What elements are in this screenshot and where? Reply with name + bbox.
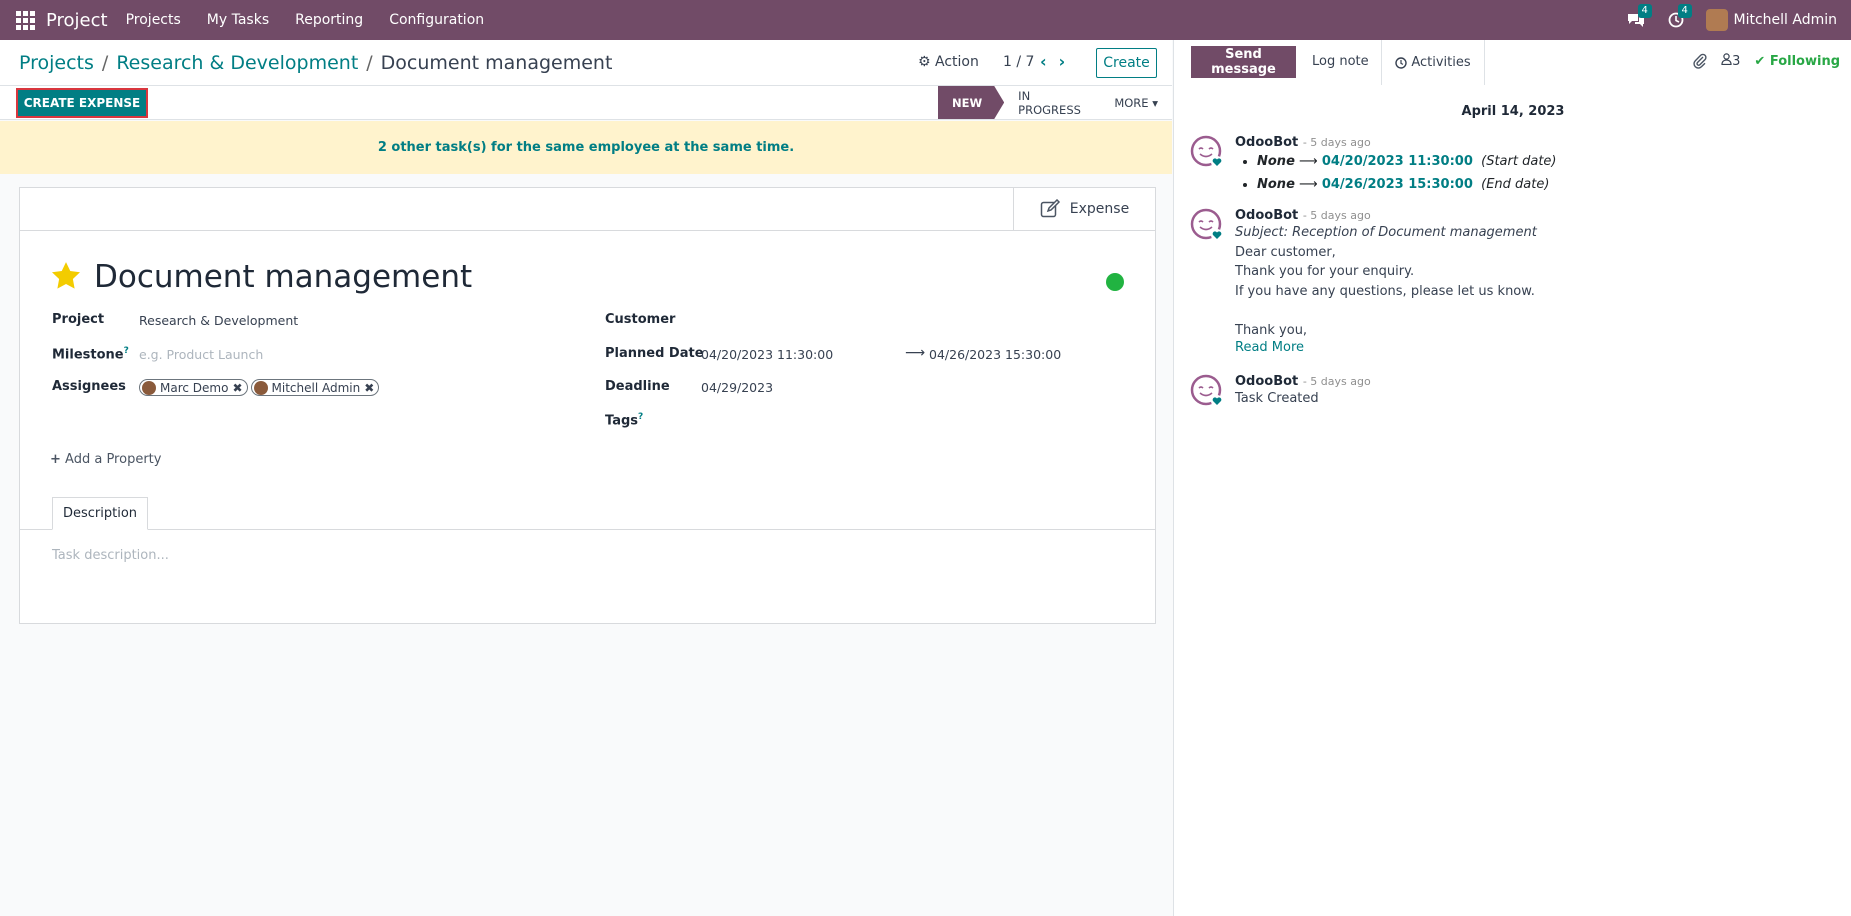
app-name[interactable]: Project [46,10,108,31]
avatar [253,380,268,395]
milestone-field[interactable]: e.g. Product Launch [139,347,263,362]
action-menu-button[interactable]: ⚙ Action [918,54,979,70]
messaging-button[interactable]: 4 [1626,4,1652,30]
stage-in-progress[interactable]: In Progress [1004,86,1100,119]
check-icon: ✔ [1754,53,1766,69]
expense-smart-button[interactable]: Expense [1013,188,1155,230]
form-sheet: Document management Project Research & D… [19,231,1156,624]
project-field[interactable]: Research & Development [139,313,298,328]
message-line: Thank you for your enquiry. [1235,264,1415,279]
chatter-panel: Send message Log note Activities 3 ✔ Fol… [1173,40,1851,916]
breadcrumb-projects[interactable]: Projects [19,52,94,74]
stage-statusbar: New In Progress More ▾ [938,86,1172,119]
assignees-field[interactable]: Marc Demo ✖ Mitchell Admin ✖ [139,379,382,398]
menu-projects[interactable]: Projects [126,12,181,28]
odoobot-avatar-icon [1190,208,1223,241]
description-editor[interactable]: Task description... [52,548,169,563]
followers-button[interactable]: 3 [1721,53,1740,69]
message-line: Task Created [1235,391,1319,406]
avatar [142,380,156,395]
planned-date-end-field[interactable]: 04/26/2023 15:30:00 [929,347,1061,362]
activities-badge: 4 [1677,4,1692,18]
project-label: Project [52,312,105,327]
user-avatar [1705,9,1728,31]
message-subject: Subject: Reception of Document managemen… [1235,225,1537,240]
message-date: - 5 days ago [1302,375,1371,388]
breadcrumb-separator: / [366,52,373,74]
message-author[interactable]: OdooBot [1235,135,1298,150]
breadcrumb-project[interactable]: Research & Development [116,52,358,74]
deadline-field[interactable]: 04/29/2023 [701,380,773,395]
deadline-label: Deadline [605,379,670,394]
stage-more[interactable]: More ▾ [1100,86,1172,119]
assignee-tag[interactable]: Marc Demo ✖ [139,379,248,396]
customer-label: Customer [605,312,676,327]
planned-date-start-field[interactable]: 04/20/2023 11:30:00 [701,347,833,362]
paperclip-icon[interactable] [1693,53,1707,69]
remove-tag-icon[interactable]: ✖ [232,381,242,395]
control-panel: Projects / Research & Development / Docu… [0,40,1172,120]
breadcrumb-separator: / [101,52,109,74]
send-message-button[interactable]: Send message [1191,46,1296,78]
remove-tag-icon[interactable]: ✖ [364,381,374,395]
tags-field[interactable] [701,413,1141,431]
arrow-right-icon: ⟶ [905,345,926,361]
app-menu-icon[interactable] [14,9,36,31]
activities-button[interactable]: 4 [1666,4,1692,30]
message-author[interactable]: OdooBot [1235,208,1298,223]
pager-next-icon[interactable]: › [1059,52,1066,71]
user-icon [1721,53,1732,66]
message-date: - 5 days ago [1302,136,1371,149]
create-button[interactable]: Create [1096,48,1157,78]
edit-icon [1040,199,1060,218]
task-title[interactable]: Document management [94,259,472,295]
odoobot-avatar-icon [1190,135,1223,168]
following-button[interactable]: ✔ Following [1754,54,1840,69]
milestone-label: Milestone? [52,346,129,363]
message-line: Dear customer, [1235,244,1336,260]
caret-down-icon: ▾ [1152,95,1158,110]
clock-icon [1395,56,1408,69]
menu-my-tasks[interactable]: My Tasks [207,12,269,28]
user-name: Mitchell Admin [1733,12,1838,28]
odoobot-avatar-icon [1190,374,1223,407]
pager-previous-icon[interactable]: ‹ [1040,52,1047,71]
tab-description[interactable]: Description [52,497,148,530]
arrow-right-icon: ⟶ [1299,154,1318,169]
add-property-button[interactable]: + Add a Property [50,452,161,467]
priority-star-icon[interactable] [51,261,81,290]
stage-new[interactable]: New [938,86,1005,119]
top-navbar: Project Projects My Tasks Reporting Conf… [0,0,1851,40]
button-box: Expense [19,187,1156,231]
kanban-state-indicator[interactable] [1106,273,1124,291]
menu-configuration[interactable]: Configuration [389,12,484,28]
plus-icon: + [50,452,61,467]
arrow-right-icon: ⟶ [1299,177,1318,192]
overlap-alert: 2 other task(s) for the same employee at… [0,121,1172,174]
assignee-tag[interactable]: Mitchell Admin ✖ [250,379,380,396]
pager-value[interactable]: 1 / 7 [1003,54,1034,70]
message-author[interactable]: OdooBot [1235,374,1298,389]
message-date: - 5 days ago [1302,209,1371,222]
menu-reporting[interactable]: Reporting [295,12,363,28]
user-menu[interactable]: Mitchell Admin [1705,9,1838,31]
assignees-label: Assignees [52,379,126,394]
planned-date-label: Planned Date [605,346,704,361]
tags-label: Tags? [605,412,644,429]
gear-icon: ⚙ [918,54,931,70]
breadcrumb-current: Document management [380,52,613,74]
tracking-values: None ⟶ 04/20/2023 11:30:00 (Start date) … [1235,150,1825,196]
breadcrumb: Projects / Research & Development / Docu… [19,52,612,74]
create-expense-button[interactable]: CREATE EXPENSE [16,88,148,118]
customer-field[interactable] [701,313,1141,331]
date-separator: April 14, 2023 [1461,104,1565,119]
log-note-button[interactable]: Log note [1312,54,1369,69]
messages-badge: 4 [1637,4,1652,18]
activities-schedule-button[interactable]: Activities [1381,40,1485,85]
read-more-link[interactable]: Read More [1235,340,1825,355]
message-line: Thank you, [1235,322,1308,338]
message-line: If you have any questions, please let us… [1235,283,1535,299]
